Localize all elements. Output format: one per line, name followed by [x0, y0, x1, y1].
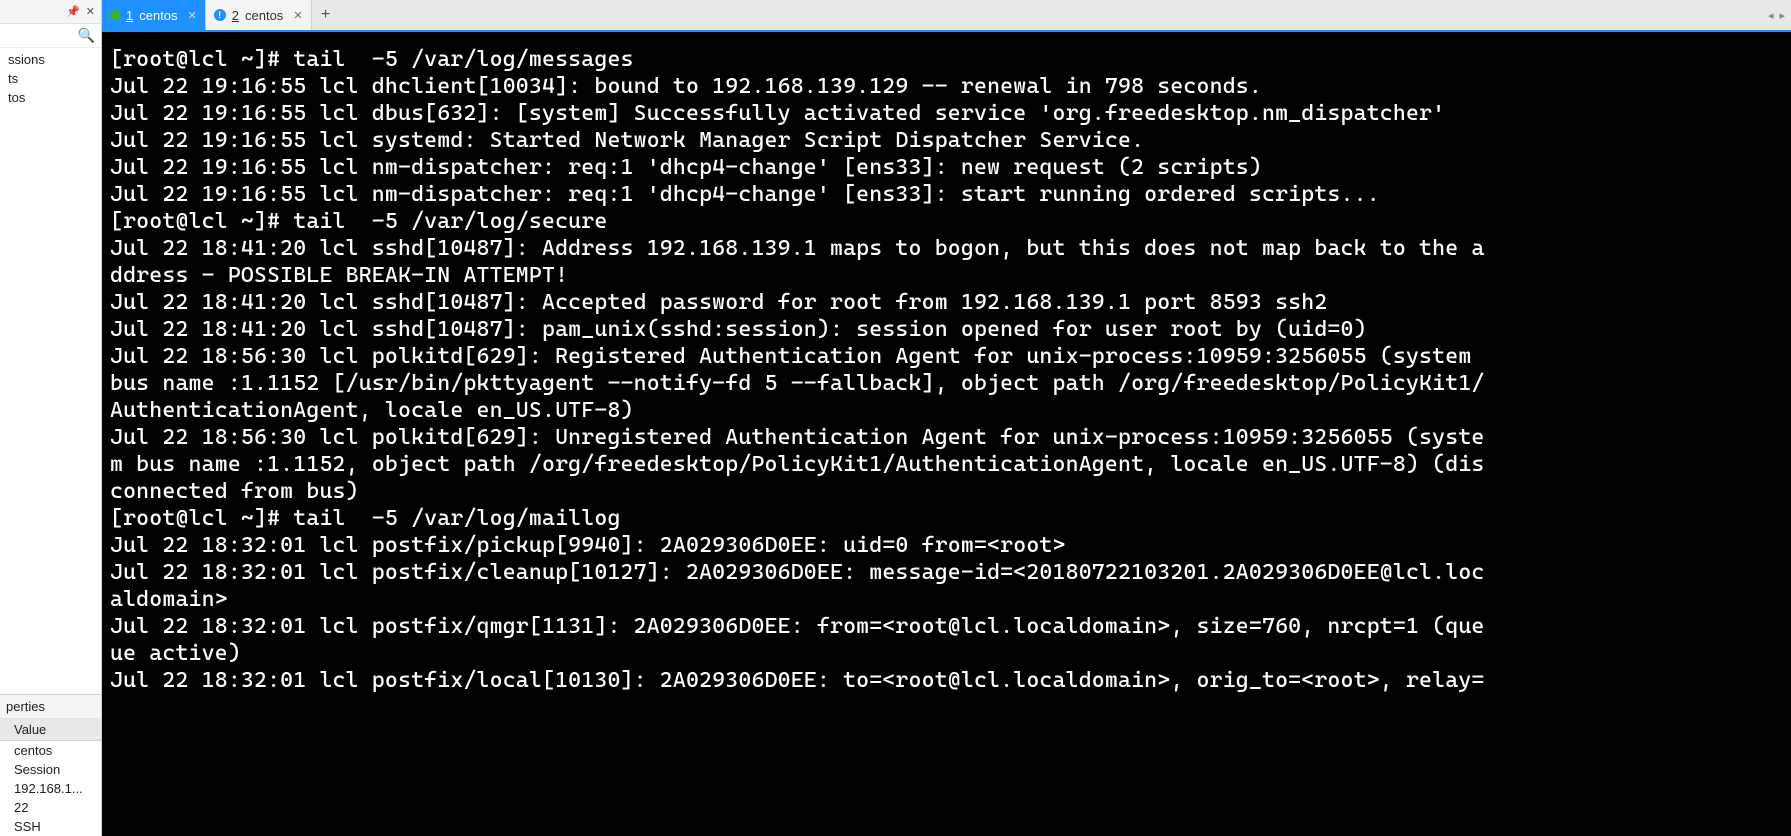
- prop-row[interactable]: SSH: [0, 817, 101, 836]
- terminal-output[interactable]: [root@lcl ~]# tail -5 /var/log/messages …: [102, 32, 1791, 836]
- scroll-left-icon[interactable]: ◂: [1768, 9, 1774, 22]
- properties-panel: perties Value centos Session 192.168.1..…: [0, 694, 101, 836]
- main-area: 1 centos ✕ ! 2 centos ✕ + ◂ ▸ [root@lcl …: [102, 0, 1791, 836]
- status-dot-connected-icon: [110, 10, 120, 20]
- tab-bar: 1 centos ✕ ! 2 centos ✕ + ◂ ▸: [102, 0, 1791, 32]
- tab-scroll-controls: ◂ ▸: [1762, 0, 1791, 30]
- status-info-icon: !: [214, 9, 226, 21]
- prop-row[interactable]: 22: [0, 798, 101, 817]
- close-icon[interactable]: ✕: [293, 9, 302, 22]
- sidebar-search[interactable]: 🔍: [0, 24, 101, 48]
- new-tab-button[interactable]: +: [312, 0, 340, 30]
- app-root: 📌 ✕ 🔍 ssions ts tos perties Value centos…: [0, 0, 1791, 836]
- tab-centos-1[interactable]: 1 centos ✕: [102, 0, 206, 30]
- properties-header: perties: [0, 695, 101, 719]
- properties-col-value: Value: [0, 719, 101, 741]
- prop-row[interactable]: centos: [0, 741, 101, 761]
- tab-centos-2[interactable]: ! 2 centos ✕: [206, 0, 312, 30]
- prop-row[interactable]: 192.168.1...: [0, 779, 101, 798]
- tab-label: centos: [245, 8, 283, 23]
- tree-item[interactable]: ssions: [0, 50, 101, 69]
- sidebar: 📌 ✕ 🔍 ssions ts tos perties Value centos…: [0, 0, 102, 836]
- tree-item[interactable]: tos: [0, 88, 101, 107]
- sidebar-titlebar: 📌 ✕: [0, 0, 101, 24]
- session-tree: ssions ts tos: [0, 48, 101, 694]
- close-icon[interactable]: ✕: [86, 5, 95, 18]
- tab-number: 1: [126, 8, 133, 23]
- close-icon[interactable]: ✕: [188, 9, 197, 22]
- scroll-right-icon[interactable]: ▸: [1779, 9, 1785, 22]
- tree-item[interactable]: ts: [0, 69, 101, 88]
- prop-row[interactable]: Session: [0, 760, 101, 779]
- properties-table: Value centos Session 192.168.1... 22 SSH: [0, 719, 101, 836]
- tab-number: 2: [232, 8, 239, 23]
- tab-label: centos: [139, 8, 177, 23]
- pin-icon[interactable]: 📌: [66, 5, 80, 18]
- search-icon: 🔍: [78, 27, 95, 44]
